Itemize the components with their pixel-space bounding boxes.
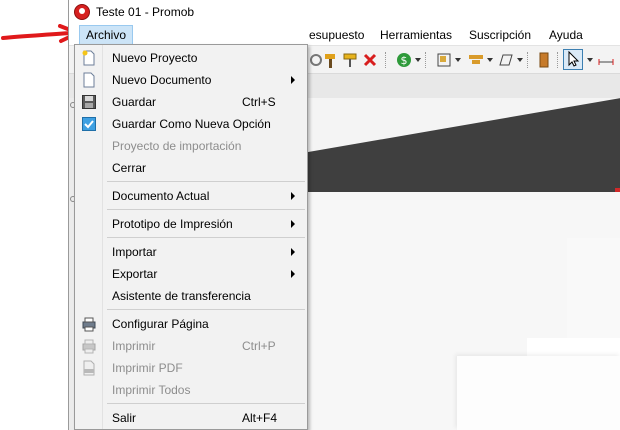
select-cursor-button[interactable] (563, 49, 583, 70)
shape-icon[interactable] (497, 51, 515, 69)
menu-item-label: Importar (112, 245, 157, 259)
menu-item-shortcut: Ctrl+P (242, 339, 276, 353)
menu-separator (107, 209, 305, 210)
menu-item-label: Exportar (112, 267, 158, 281)
menu-item-prototipo-de-impresion[interactable]: Prototipo de Impresión (77, 213, 305, 235)
menu-item-label: Configurar Página (112, 317, 209, 331)
window-title: Teste 01 - Promob (96, 5, 195, 19)
file-menu-dropdown: Nuevo Proyecto Nuevo Documento Guardar C… (74, 44, 308, 430)
menu-separator (107, 309, 305, 310)
chevron-down-icon[interactable] (455, 58, 461, 62)
submenu-arrow-icon (291, 220, 295, 228)
new-project-icon (81, 50, 97, 66)
window-layout-icon[interactable] (435, 51, 453, 69)
toolbar-separator (385, 52, 386, 68)
chevron-down-icon[interactable] (415, 58, 421, 62)
toolbar-separator (425, 52, 426, 68)
submenu-arrow-icon (291, 248, 295, 256)
pdf-icon (81, 360, 97, 376)
menu-item-guardar-como-nueva-opcion[interactable]: Guardar Como Nueva Opción (77, 113, 305, 135)
menu-item-imprimir-pdf[interactable]: Imprimir PDF (77, 357, 305, 379)
paint-roller-icon[interactable] (341, 51, 359, 69)
menu-item-cerrar[interactable]: Cerrar (77, 157, 305, 179)
menu-item-imprimir-todos[interactable]: Imprimir Todos (77, 379, 305, 401)
svg-text:$: $ (401, 54, 408, 67)
save-as-icon (81, 116, 97, 132)
chevron-down-icon[interactable] (517, 58, 523, 62)
menu-item-nuevo-documento[interactable]: Nuevo Documento (77, 69, 305, 91)
toolbar-separator (557, 52, 558, 68)
viewport-object (567, 238, 620, 348)
menu-item-label: Guardar (112, 95, 157, 109)
page-setup-icon (81, 316, 97, 332)
menu-separator (107, 403, 305, 404)
menu-item-label: Imprimir PDF (112, 361, 183, 375)
menu-item-shortcut: Ctrl+S (242, 95, 276, 109)
budget-icon[interactable]: $ (395, 51, 413, 69)
menu-item-label: Asistente de transferencia (112, 289, 251, 303)
measure-icon[interactable] (597, 51, 615, 69)
menu-item-configurar-pagina[interactable]: Configurar Página (77, 313, 305, 335)
menu-item-nuevo-proyecto[interactable]: Nuevo Proyecto (77, 47, 305, 69)
menu-item-documento-actual[interactable]: Documento Actual (77, 185, 305, 207)
menu-ayuda[interactable]: Ayuda (545, 27, 587, 43)
save-icon (81, 94, 97, 110)
menu-item-label: Guardar Como Nueva Opción (112, 117, 271, 131)
menu-item-asistente-de-transferencia[interactable]: Asistente de transferencia (77, 285, 305, 307)
promob-logo-icon (74, 4, 90, 20)
menu-item-guardar[interactable]: Guardar Ctrl+S (77, 91, 305, 113)
menu-bar: Archivo esupuesto Herramientas Suscripci… (69, 24, 620, 46)
title-bar: Teste 01 - Promob (69, 0, 620, 24)
menu-separator (107, 181, 305, 182)
hammer-icon[interactable] (321, 51, 339, 69)
menu-item-shortcut: Alt+F4 (242, 411, 278, 425)
menu-item-imprimir[interactable]: Imprimir Ctrl+P (77, 335, 305, 357)
menu-presupuesto[interactable]: esupuesto (305, 27, 368, 43)
menu-item-label: Nuevo Proyecto (112, 51, 198, 65)
menu-item-proyecto-de-importacion[interactable]: Proyecto de importación (77, 135, 305, 157)
menu-separator (107, 237, 305, 238)
delete-icon[interactable] (361, 51, 379, 69)
menu-item-importar[interactable]: Importar (77, 241, 305, 263)
submenu-arrow-icon (291, 76, 295, 84)
menu-item-label: Salir (112, 411, 137, 425)
menu-suscripcion[interactable]: Suscripción (465, 27, 535, 43)
menu-item-exportar[interactable]: Exportar (77, 263, 305, 285)
menu-item-label: Nuevo Documento (112, 73, 212, 87)
menu-item-label: Proyecto de importación (112, 139, 242, 153)
viewport-marker (615, 188, 620, 192)
menu-item-label: Imprimir (112, 339, 156, 353)
toolbar-separator (527, 52, 528, 68)
menu-item-label: Imprimir Todos (112, 383, 191, 397)
menu-item-label: Prototipo de Impresión (112, 217, 233, 231)
menu-item-label: Documento Actual (112, 189, 210, 203)
submenu-arrow-icon (291, 270, 295, 278)
new-document-icon (81, 72, 97, 88)
submenu-arrow-icon (291, 192, 295, 200)
bricks-icon[interactable] (467, 51, 485, 69)
printer-icon (81, 338, 97, 354)
menu-item-label: Cerrar (112, 161, 147, 175)
chevron-down-icon[interactable] (587, 58, 593, 62)
menu-archivo[interactable]: Archivo (79, 25, 134, 45)
chevron-down-icon[interactable] (487, 58, 493, 62)
menu-item-salir[interactable]: Salir Alt+F4 (77, 407, 305, 429)
viewport-object (457, 356, 620, 430)
door-icon[interactable] (535, 51, 553, 69)
menu-herramientas[interactable]: Herramientas (376, 27, 456, 43)
